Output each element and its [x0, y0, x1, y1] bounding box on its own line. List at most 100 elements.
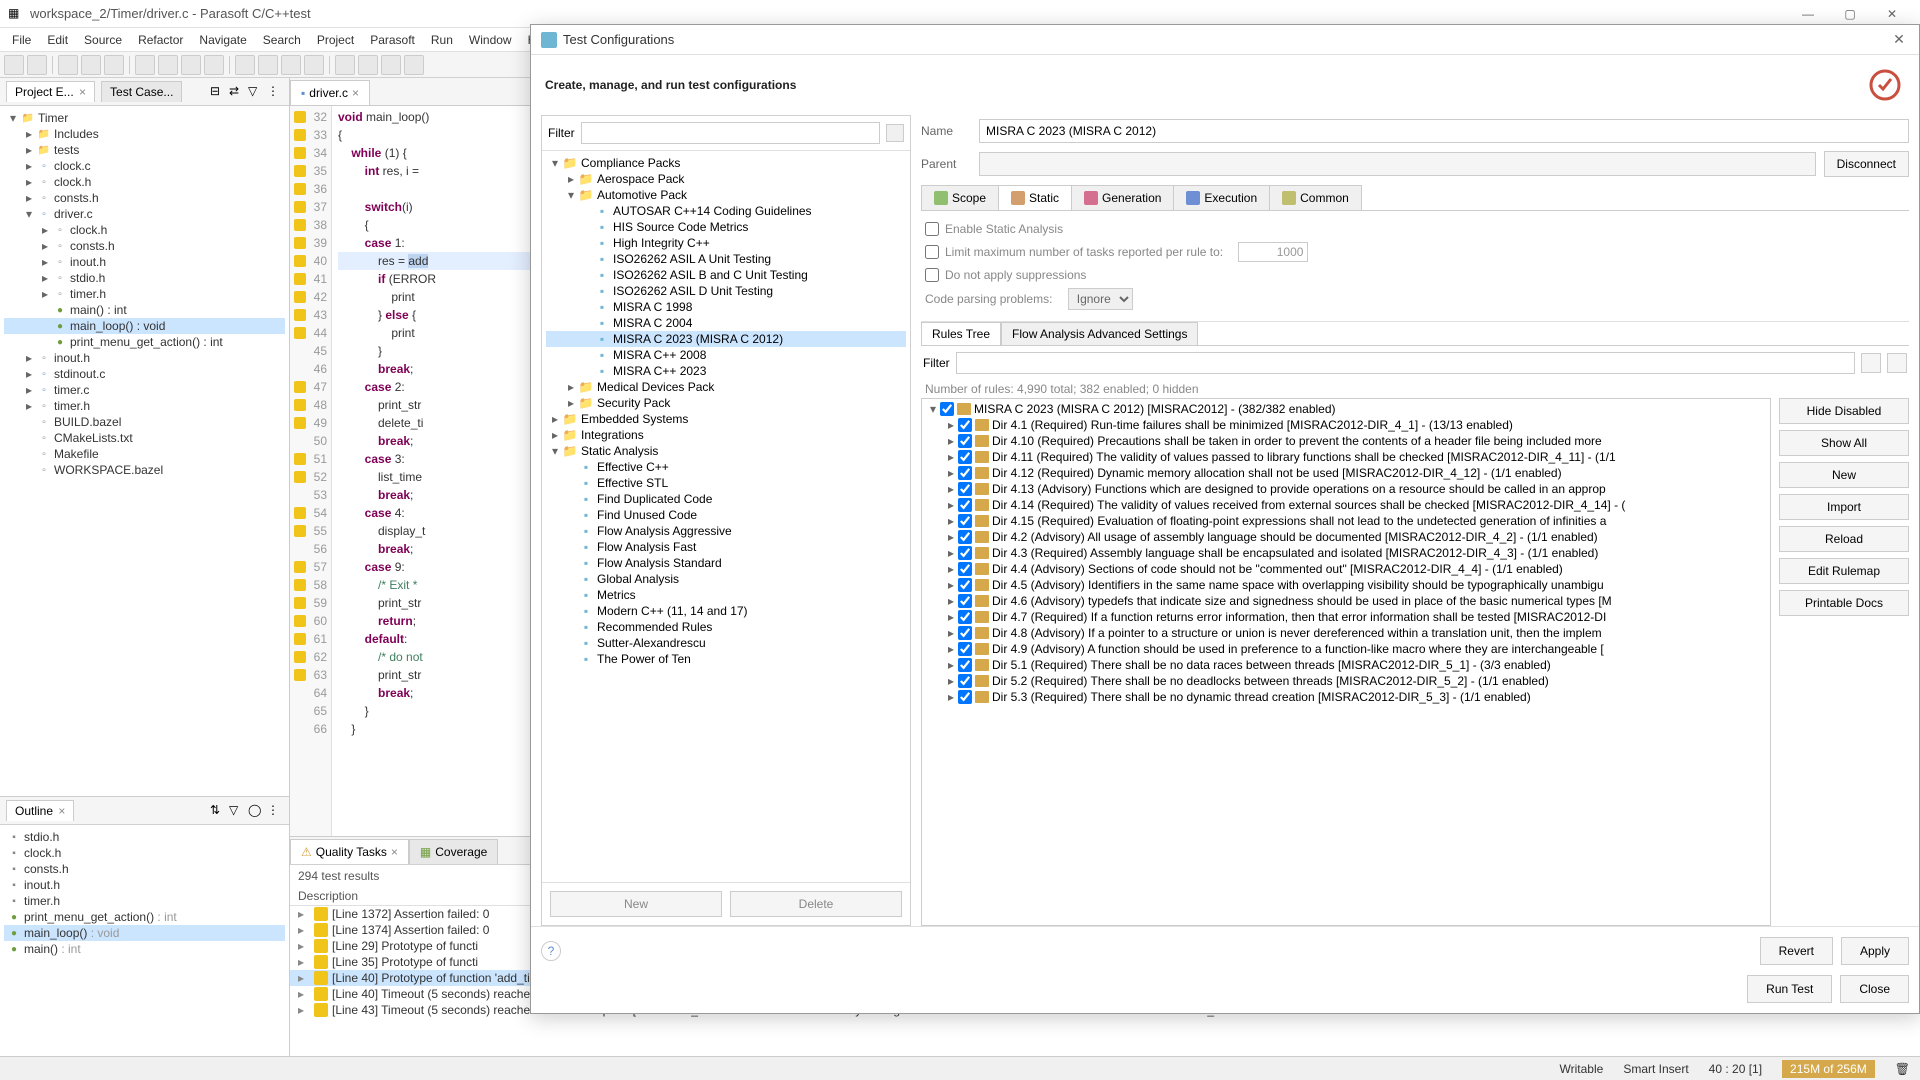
close-icon[interactable]: ✕ — [1889, 31, 1909, 48]
tab-execution[interactable]: Execution — [1173, 185, 1270, 210]
config-item[interactable]: ▪AUTOSAR C++14 Coding Guidelines — [546, 203, 906, 219]
tree-item[interactable]: ▫CMakeLists.txt — [4, 430, 285, 446]
outline-item[interactable]: ▪inout.h — [4, 877, 285, 893]
collapse-icon[interactable]: ⊟ — [210, 84, 226, 100]
outline-item[interactable]: ▪clock.h — [4, 845, 285, 861]
rule-item[interactable]: ▸Dir 4.10 (Required) Precautions shall b… — [924, 433, 1768, 449]
rule-checkbox[interactable] — [940, 402, 954, 416]
menu-file[interactable]: File — [4, 33, 39, 47]
rule-item[interactable]: ▸Dir 4.9 (Advisory) A function should be… — [924, 641, 1768, 657]
rule-item[interactable]: ▸Dir 4.2 (Advisory) All usage of assembl… — [924, 529, 1768, 545]
menu-project[interactable]: Project — [309, 33, 362, 47]
config-item[interactable]: ▪Flow Analysis Standard — [546, 555, 906, 571]
rule-item[interactable]: ▸Dir 4.7 (Required) If a function return… — [924, 609, 1768, 625]
rule-item[interactable]: ▸Dir 4.15 (Required) Evaluation of float… — [924, 513, 1768, 529]
toolbar-button[interactable] — [358, 55, 378, 75]
rule-checkbox[interactable] — [958, 674, 972, 688]
parse-problems-select[interactable]: Ignore — [1068, 288, 1133, 310]
rule-checkbox[interactable] — [958, 658, 972, 672]
new-rule-button[interactable]: New — [1779, 462, 1909, 488]
parent-input[interactable] — [979, 152, 1816, 176]
tree-item[interactable]: ▸▫timer.h — [4, 286, 285, 302]
tree-item[interactable]: ▸▫clock.h — [4, 222, 285, 238]
apply-button[interactable]: Apply — [1841, 937, 1909, 965]
enable-static-checkbox[interactable] — [925, 222, 939, 236]
tab-scope[interactable]: Scope — [921, 185, 999, 210]
rule-checkbox[interactable] — [958, 562, 972, 576]
rule-item[interactable]: ▸Dir 5.2 (Required) There shall be no de… — [924, 673, 1768, 689]
config-item[interactable]: ▸📁Aerospace Pack — [546, 171, 906, 187]
rule-checkbox[interactable] — [958, 690, 972, 704]
config-item[interactable]: ▸📁Medical Devices Pack — [546, 379, 906, 395]
toolbar-button[interactable] — [27, 55, 47, 75]
menu-source[interactable]: Source — [76, 33, 130, 47]
tree-item[interactable]: ▸📁tests — [4, 142, 285, 158]
menu-search[interactable]: Search — [255, 33, 309, 47]
tab-static[interactable]: Static — [998, 185, 1072, 210]
rule-item[interactable]: ▸Dir 4.4 (Advisory) Sections of code sho… — [924, 561, 1768, 577]
menu-window[interactable]: Window — [461, 33, 520, 47]
config-tree[interactable]: ▾📁Compliance Packs▸📁Aerospace Pack▾📁Auto… — [542, 151, 910, 882]
menu-run[interactable]: Run — [423, 33, 461, 47]
config-item[interactable]: ▸📁Embedded Systems — [546, 411, 906, 427]
printable-docs-button[interactable]: Printable Docs — [1779, 590, 1909, 616]
config-item[interactable]: ▪MISRA C 2004 — [546, 315, 906, 331]
tree-item[interactable]: ▫BUILD.bazel — [4, 414, 285, 430]
filter-options-icon[interactable] — [1861, 353, 1881, 373]
config-item[interactable]: ▾📁Compliance Packs — [546, 155, 906, 171]
filter-clear-icon[interactable] — [886, 124, 904, 142]
menu-icon[interactable]: ⋮ — [267, 803, 283, 819]
menu-icon[interactable]: ⋮ — [267, 84, 283, 100]
tree-item[interactable]: ▸▫inout.h — [4, 254, 285, 270]
config-item[interactable]: ▪MISRA C 2023 (MISRA C 2012) — [546, 331, 906, 347]
rule-checkbox[interactable] — [958, 642, 972, 656]
toolbar-button[interactable] — [181, 55, 201, 75]
toolbar-button[interactable] — [404, 55, 424, 75]
config-name-input[interactable] — [979, 119, 1909, 143]
menu-parasoft[interactable]: Parasoft — [362, 33, 423, 47]
rule-checkbox[interactable] — [958, 498, 972, 512]
rule-item[interactable]: ▸Dir 4.3 (Required) Assembly language sh… — [924, 545, 1768, 561]
rule-checkbox[interactable] — [958, 482, 972, 496]
filter-clear-icon[interactable] — [1887, 353, 1907, 373]
config-item[interactable]: ▪Sutter-Alexandrescu — [546, 635, 906, 651]
tree-item[interactable]: ▸▫consts.h — [4, 238, 285, 254]
config-delete-button[interactable]: Delete — [730, 891, 902, 917]
tab-generation[interactable]: Generation — [1071, 185, 1174, 210]
tree-item[interactable]: ●main() : int — [4, 302, 285, 318]
tree-item[interactable]: ●main_loop() : void — [4, 318, 285, 334]
limit-tasks-checkbox[interactable] — [925, 245, 939, 259]
revert-button[interactable]: Revert — [1760, 937, 1833, 965]
rules-tree[interactable]: ▾MISRA C 2023 (MISRA C 2012) [MISRAC2012… — [921, 398, 1771, 926]
tab-common[interactable]: Common — [1269, 185, 1362, 210]
quality-tasks-tab[interactable]: ⚠Quality Tasks × — [290, 839, 409, 864]
config-item[interactable]: ▪Effective C++ — [546, 459, 906, 475]
menu-refactor[interactable]: Refactor — [130, 33, 191, 47]
config-item[interactable]: ▾📁Automotive Pack — [546, 187, 906, 203]
config-item[interactable]: ▪The Power of Ten — [546, 651, 906, 667]
filter-icon[interactable]: ▽ — [248, 84, 264, 100]
toolbar-button[interactable] — [281, 55, 301, 75]
config-item[interactable]: ▪ISO26262 ASIL A Unit Testing — [546, 251, 906, 267]
rule-checkbox[interactable] — [958, 610, 972, 624]
hide-icon[interactable]: ◯ — [248, 803, 264, 819]
outline-tree[interactable]: ▪stdio.h▪clock.h▪consts.h▪inout.h▪timer.… — [0, 825, 289, 1056]
close-icon[interactable]: × — [391, 845, 398, 859]
config-item[interactable]: ▪Modern C++ (11, 14 and 17) — [546, 603, 906, 619]
tree-item[interactable]: ▸▫consts.h — [4, 190, 285, 206]
rule-item[interactable]: ▸Dir 4.6 (Advisory) typedefs that indica… — [924, 593, 1768, 609]
config-item[interactable]: ▸📁Integrations — [546, 427, 906, 443]
disconnect-button[interactable]: Disconnect — [1824, 151, 1909, 177]
project-explorer-tab[interactable]: Project E... × — [6, 81, 95, 102]
rule-item[interactable]: ▸Dir 4.8 (Advisory) If a pointer to a st… — [924, 625, 1768, 641]
tree-item[interactable]: ▾📁Timer — [4, 110, 285, 126]
rule-item[interactable]: ▸Dir 4.13 (Advisory) Functions which are… — [924, 481, 1768, 497]
rule-item[interactable]: ▸Dir 4.5 (Advisory) Identifiers in the s… — [924, 577, 1768, 593]
menu-edit[interactable]: Edit — [39, 33, 76, 47]
tree-item[interactable]: ▸▫timer.h — [4, 398, 285, 414]
outline-item[interactable]: ●print_menu_get_action() : int — [4, 909, 285, 925]
toolbar-button[interactable] — [335, 55, 355, 75]
outline-item[interactable]: ▪consts.h — [4, 861, 285, 877]
outline-item[interactable]: ●main() : int — [4, 941, 285, 957]
config-item[interactable]: ▪Find Duplicated Code — [546, 491, 906, 507]
